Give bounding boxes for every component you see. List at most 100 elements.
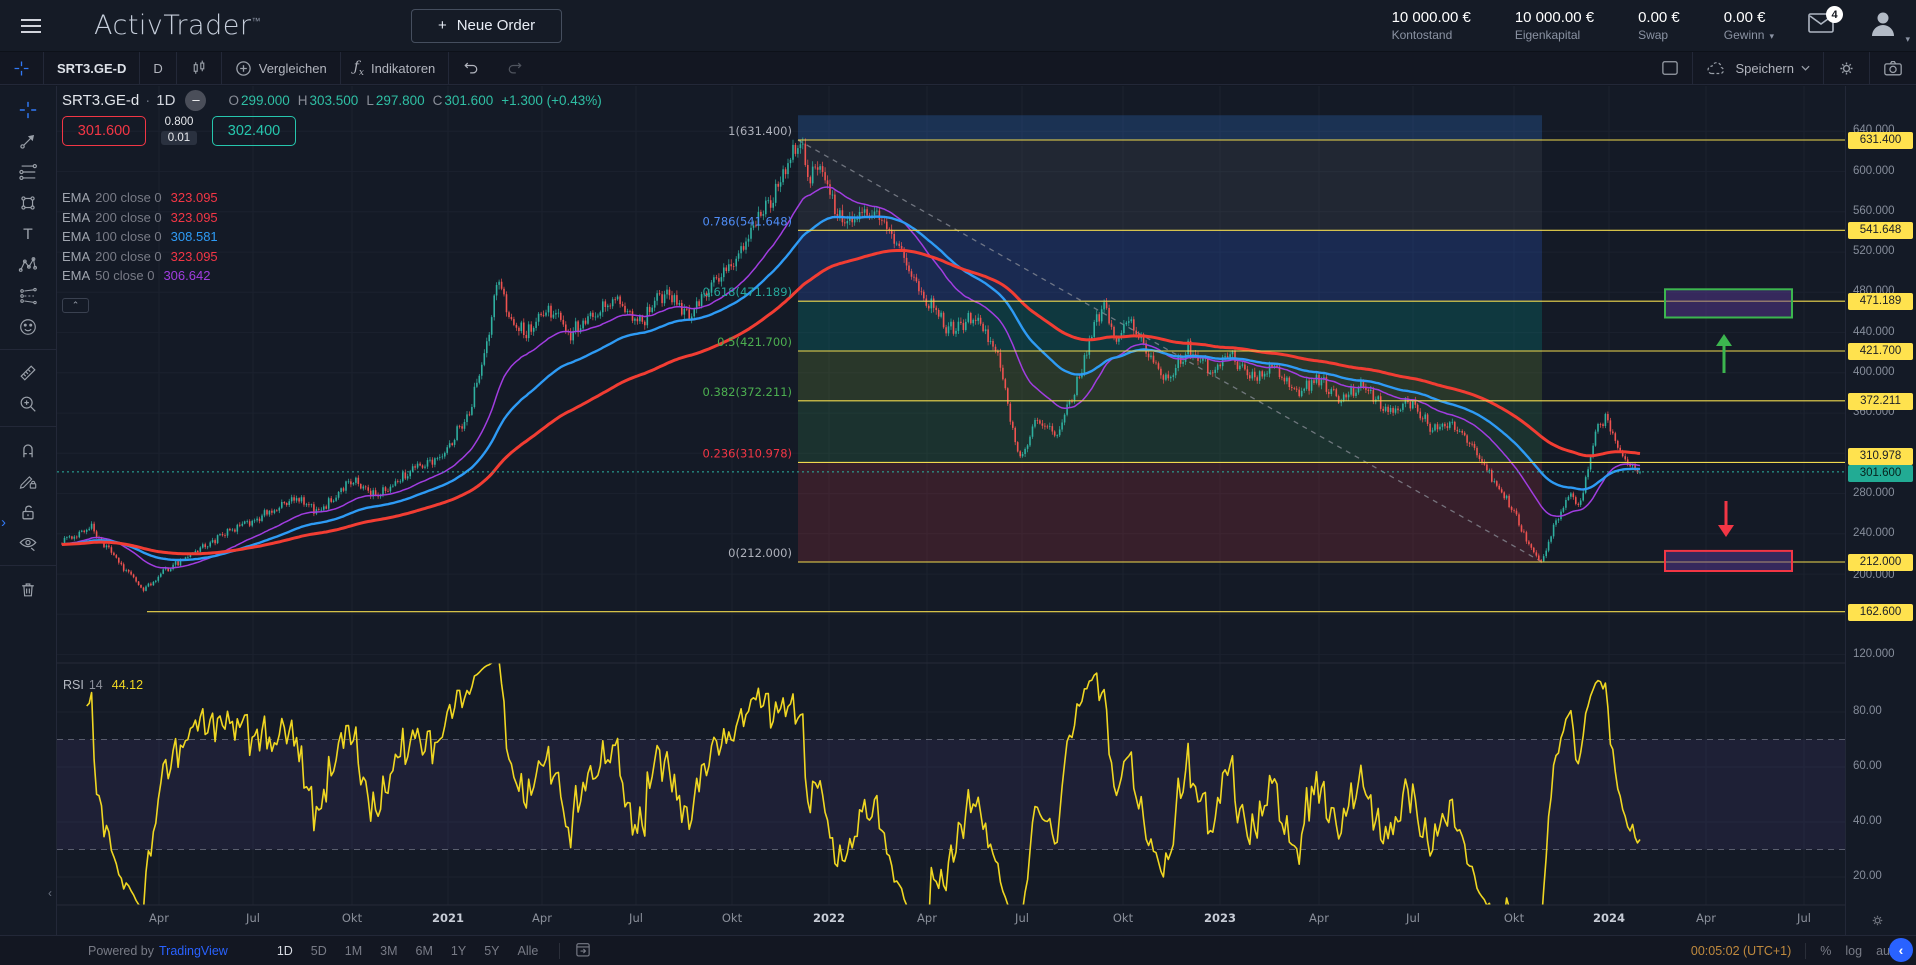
fx-icon: ƒx bbox=[354, 59, 364, 78]
time-tick: Apr bbox=[149, 911, 169, 925]
compare-button[interactable]: Vergleichen bbox=[222, 52, 340, 84]
account-metric-eigenkapital: 10 000.00 €Eigenkapital bbox=[1515, 9, 1594, 42]
chart-legend: SRT3.GE-d · 1D – O299.000H303.500L297.80… bbox=[62, 89, 602, 313]
zoom-in-tool[interactable] bbox=[9, 388, 47, 419]
time-tick: 2022 bbox=[813, 911, 845, 925]
lock-drawing-tool[interactable] bbox=[9, 465, 47, 496]
time-tick: Apr bbox=[1309, 911, 1329, 925]
minus-circle-icon[interactable]: – bbox=[185, 90, 206, 111]
timeframe-5y[interactable]: 5Y bbox=[477, 941, 506, 961]
log-scale-button[interactable]: log bbox=[1845, 944, 1862, 958]
crosshair-tool[interactable] bbox=[9, 94, 47, 125]
buy-button[interactable]: 302.400 bbox=[212, 116, 296, 146]
timeframe-1y[interactable]: 1Y bbox=[444, 941, 473, 961]
time-tick: Okt bbox=[1504, 911, 1525, 925]
powered-by-label: Powered by bbox=[88, 944, 154, 958]
user-drawings[interactable] bbox=[1665, 289, 1792, 571]
auto-scale-button[interactable]: au bbox=[1876, 944, 1890, 958]
percent-scale-button[interactable]: % bbox=[1820, 944, 1831, 958]
pattern-tool[interactable] bbox=[9, 249, 47, 280]
rsi-legend[interactable]: RSI1444.12 bbox=[63, 678, 143, 692]
indicator-legend-row[interactable]: EMA100 close 0308.581 bbox=[62, 227, 602, 247]
fib-label: 0.382(372.211) bbox=[703, 385, 792, 399]
legend-collapse-button[interactable]: ⌃ bbox=[62, 298, 89, 313]
level-price-badge: 421.700 bbox=[1848, 343, 1913, 360]
unlock-tool[interactable] bbox=[9, 496, 47, 527]
crosshair-mode-button[interactable] bbox=[0, 52, 43, 84]
tradingview-link[interactable]: TradingView bbox=[159, 944, 228, 958]
account-metric-kontostand: 10 000.00 €Kontostand bbox=[1392, 9, 1471, 42]
time-tick: Okt bbox=[1113, 911, 1134, 925]
time-tick: Okt bbox=[342, 911, 363, 925]
account-metric-gewinn[interactable]: 0.00 €Gewinn▾ bbox=[1724, 9, 1774, 42]
goto-date-icon[interactable] bbox=[574, 940, 592, 961]
indicator-legend-row[interactable]: EMA50 close 0306.642 bbox=[62, 266, 602, 286]
drawing-toolbar: T bbox=[0, 86, 57, 935]
time-axis[interactable]: AprJulOkt2021AprJulOkt2022AprJulOkt2023A… bbox=[149, 911, 1811, 925]
indicator-legend-row[interactable]: EMA200 close 0323.095 bbox=[62, 188, 602, 208]
plus-icon: + bbox=[438, 17, 447, 34]
menu-icon[interactable] bbox=[14, 9, 48, 43]
timeframe-6m[interactable]: 6M bbox=[409, 941, 440, 961]
fib-retracement-tool[interactable] bbox=[9, 156, 47, 187]
timeframe-alle[interactable]: Alle bbox=[511, 941, 546, 961]
level-price-badge: 631.400 bbox=[1848, 132, 1913, 149]
snapshot-button[interactable] bbox=[1870, 52, 1916, 84]
mail-icon[interactable]: 4 bbox=[1808, 13, 1834, 38]
trendline-tool[interactable] bbox=[9, 125, 47, 156]
timeframe-3m[interactable]: 3M bbox=[373, 941, 404, 961]
magnet-tool[interactable] bbox=[9, 434, 47, 465]
shapes-tool[interactable] bbox=[9, 187, 47, 218]
remove-drawings-tool[interactable] bbox=[9, 573, 47, 604]
chevron-down-icon bbox=[1801, 65, 1810, 71]
text-tool[interactable]: T bbox=[9, 218, 47, 249]
prediction-tool[interactable] bbox=[9, 280, 47, 311]
save-layout-button[interactable]: Speichern bbox=[1693, 52, 1823, 84]
redo-button[interactable] bbox=[493, 52, 537, 84]
expand-sidebar-icon[interactable]: › bbox=[1, 514, 6, 531]
timeframe-1m[interactable]: 1M bbox=[338, 941, 369, 961]
timeframe-5d[interactable]: 5D bbox=[304, 941, 334, 961]
price-tick: 20.00 bbox=[1853, 870, 1882, 884]
chevron-down-icon: ▾ bbox=[1905, 34, 1910, 45]
time-tick: 2023 bbox=[1204, 911, 1236, 925]
price-tick: 40.00 bbox=[1853, 815, 1882, 829]
level-price-badge: 372.211 bbox=[1848, 393, 1913, 410]
legend-symbol[interactable]: SRT3.GE-d bbox=[62, 92, 139, 109]
lot-size[interactable]: 0.01 bbox=[161, 131, 197, 145]
time-tick: Apr bbox=[917, 911, 937, 925]
new-order-button[interactable]: + Neue Order bbox=[411, 9, 562, 43]
spread-value: 0.800 bbox=[155, 116, 203, 128]
price-axis[interactable]: 640.000600.000560.000520.000480.000440.0… bbox=[1845, 86, 1916, 935]
time-axis-settings-icon[interactable] bbox=[1870, 913, 1885, 931]
session-clock[interactable]: 00:05:02 (UTC+1) bbox=[1691, 944, 1791, 958]
collapse-panel-button[interactable]: ‹ bbox=[1889, 938, 1913, 962]
chart-settings-button[interactable] bbox=[1824, 52, 1869, 84]
level-price-badge: 471.189 bbox=[1848, 293, 1913, 310]
indicator-legend-row[interactable]: EMA200 close 0323.095 bbox=[62, 247, 602, 267]
symbol-button[interactable]: SRT3.GE-D bbox=[44, 52, 139, 84]
app-logo: ActivTrader™ bbox=[94, 10, 261, 41]
undo-button[interactable] bbox=[449, 52, 493, 84]
emoji-tool[interactable] bbox=[9, 311, 47, 342]
rsi-pane[interactable] bbox=[57, 661, 1845, 926]
price-tick: 120.000 bbox=[1853, 648, 1895, 662]
indicators-button[interactable]: ƒx Indikatoren bbox=[341, 52, 449, 84]
fib-label: 0.236(310.978) bbox=[703, 446, 792, 460]
rsi-pane-collapse-icon[interactable]: ‹ bbox=[48, 886, 52, 900]
indicator-legend-row[interactable]: EMA200 close 0323.095 bbox=[62, 208, 602, 228]
hide-drawings-tool[interactable] bbox=[9, 527, 47, 558]
timeframe-1d[interactable]: 1D bbox=[270, 941, 300, 961]
fib-label: 0(212.000) bbox=[728, 546, 792, 560]
time-tick: Jul bbox=[1014, 911, 1029, 925]
chart-area[interactable]: 1(631.400)0.786(541.648)0.618(471.189)0.… bbox=[57, 86, 1845, 935]
measure-tool[interactable] bbox=[9, 357, 47, 388]
legend-interval: 1D bbox=[156, 92, 175, 109]
timeframe-buttons: 1D5D1M3M6M1Y5YAlle bbox=[270, 941, 546, 961]
layout-button[interactable] bbox=[1648, 52, 1692, 84]
chart-toolbar: SRT3.GE-D D Vergleichen ƒx Indikatoren bbox=[0, 52, 1916, 85]
interval-button[interactable]: D bbox=[140, 52, 175, 84]
sell-button[interactable]: 301.600 bbox=[62, 116, 146, 146]
user-avatar[interactable]: ▾ bbox=[1868, 8, 1898, 43]
chart-type-button[interactable] bbox=[177, 52, 221, 84]
